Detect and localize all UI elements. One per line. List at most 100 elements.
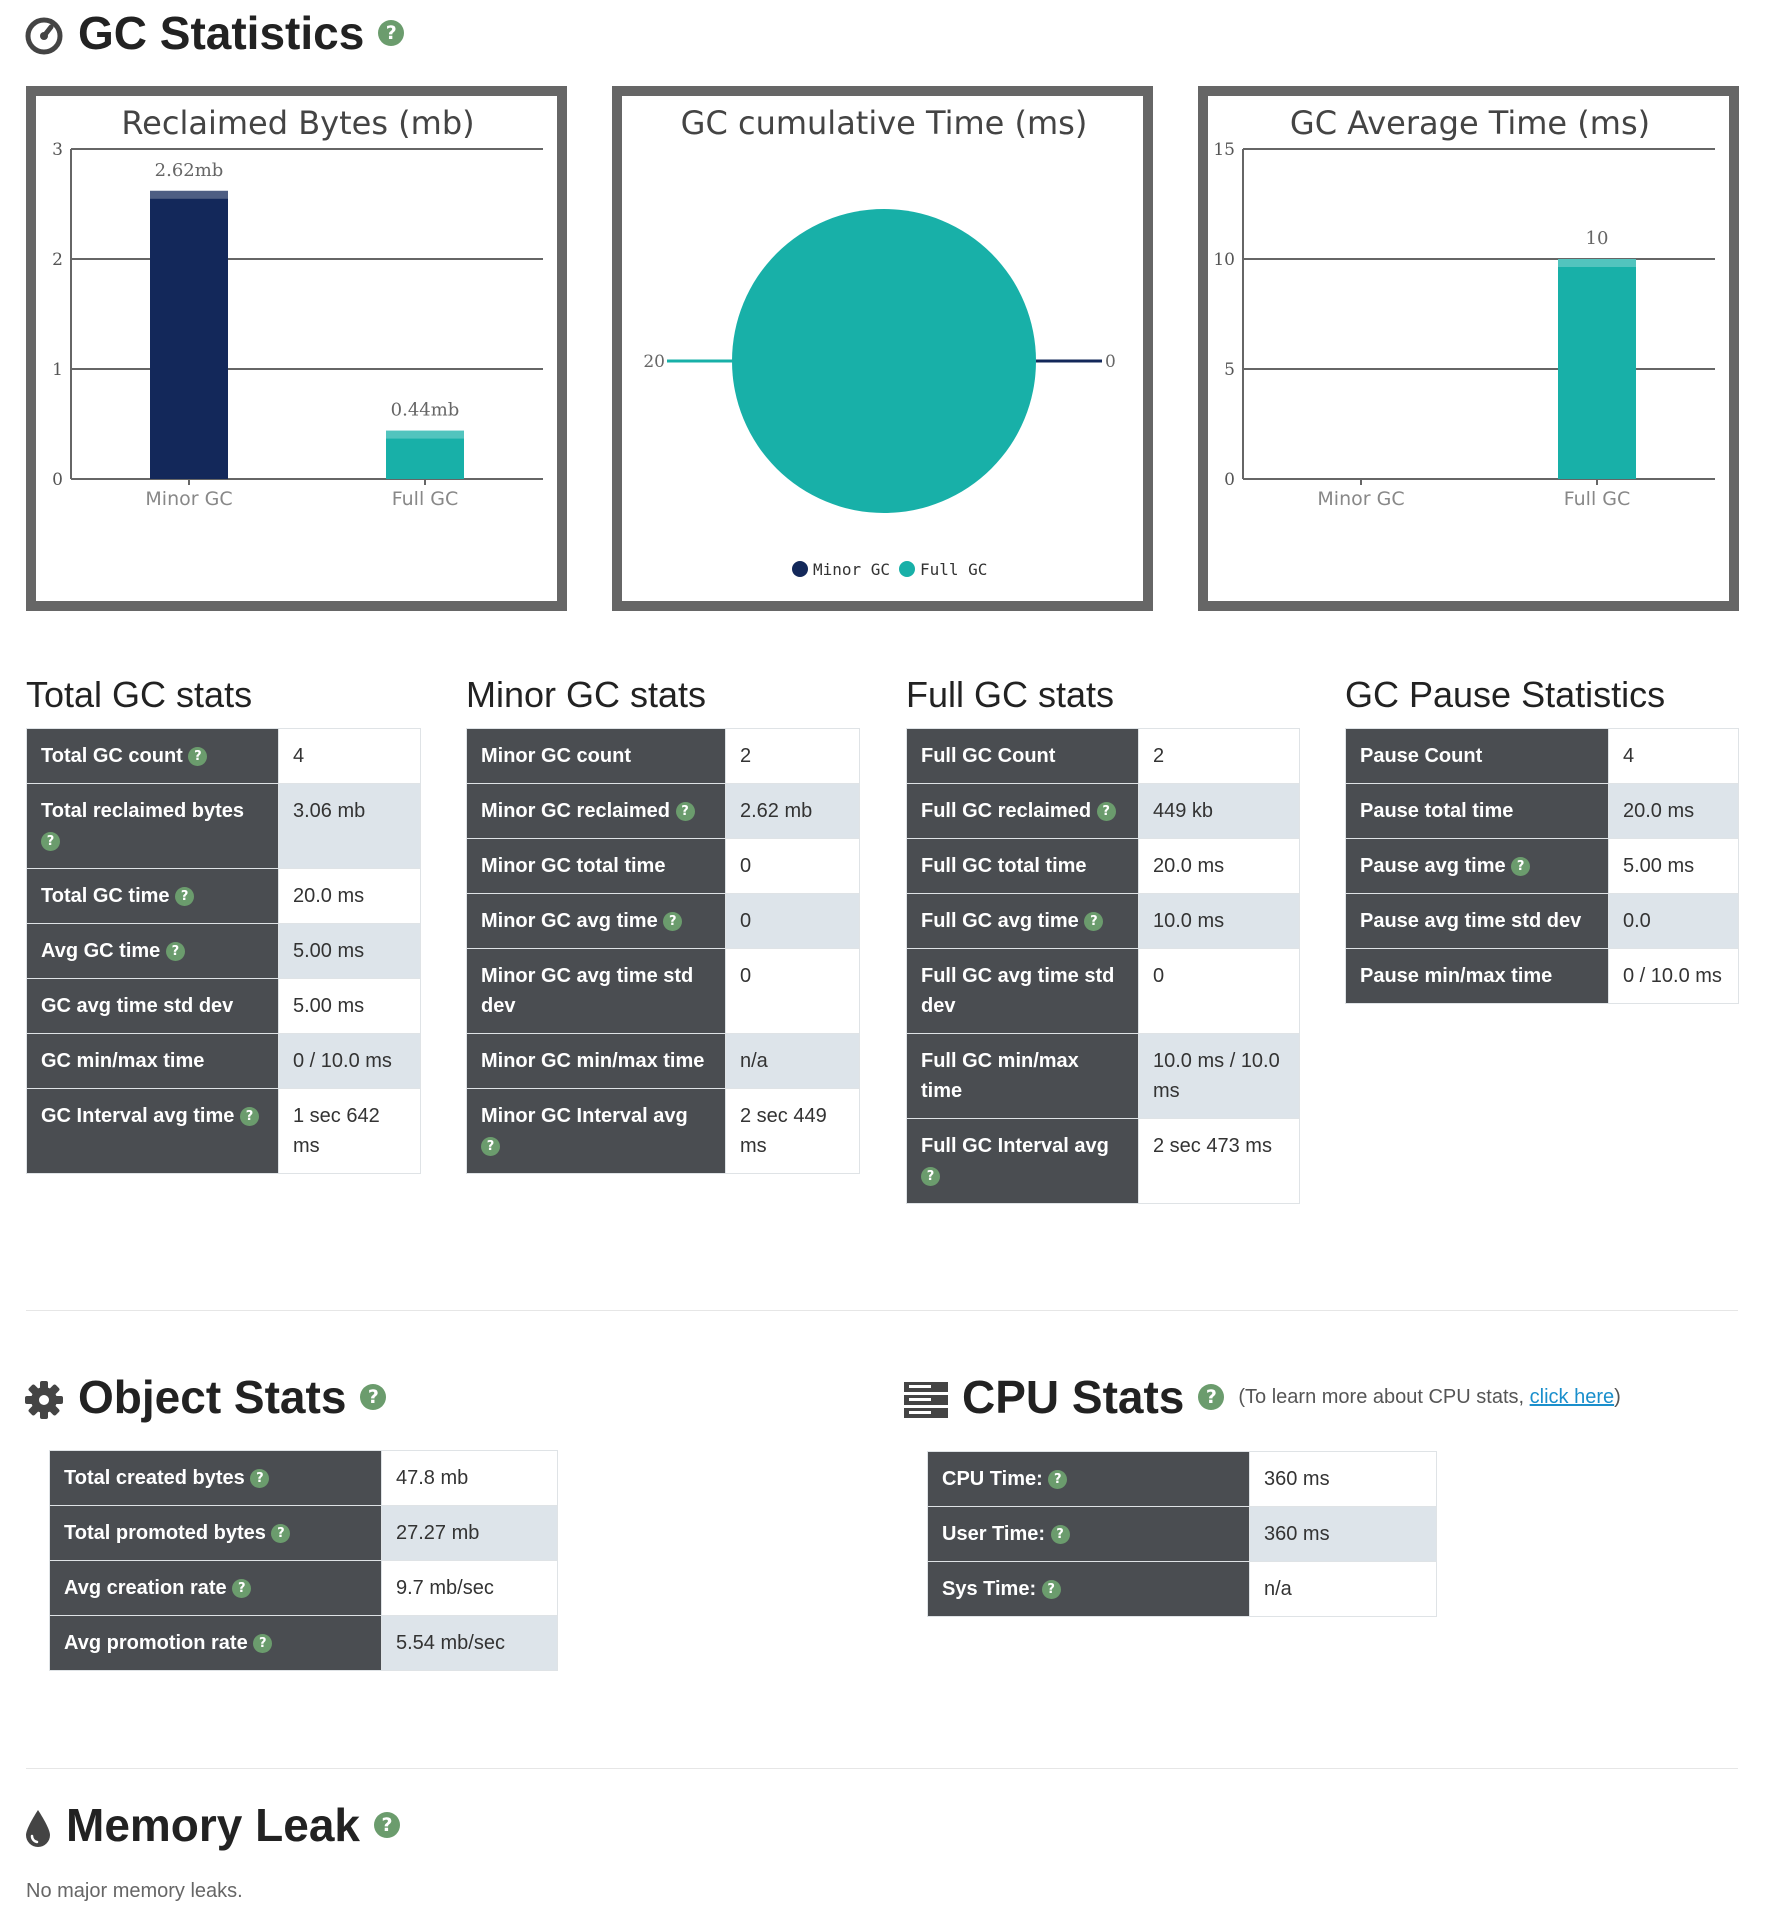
help-icon[interactable]: ? (232, 1579, 252, 1599)
stat-label-text: Avg promotion rate (64, 1632, 248, 1654)
stat-value: 4 (1608, 728, 1739, 784)
stat-label-text: Minor GC total time (481, 855, 666, 877)
stat-label-text: User Time: (942, 1523, 1046, 1545)
stat-label: User Time: ? (927, 1506, 1250, 1562)
stat-label: Full GC min/max time (906, 1033, 1139, 1119)
help-icon[interactable]: ? (253, 1634, 273, 1654)
stat-value: 0 (725, 838, 860, 894)
bar-highlight (386, 430, 464, 439)
stat-value: n/a (725, 1033, 860, 1089)
stat-value: 5.00 ms (278, 923, 421, 979)
help-icon[interactable]: ? (271, 1524, 291, 1544)
stat-label-text: Minor GC avg time (481, 910, 658, 932)
help-icon[interactable]: ? (188, 747, 208, 767)
stat-label-text: Pause min/max time (1360, 965, 1553, 987)
stat-label-text: Total GC count (41, 745, 183, 767)
help-icon[interactable]: ? (1041, 1580, 1061, 1600)
pie-label: 20 (643, 352, 665, 372)
chart-title: GC cumulative Time (ms) (681, 104, 1088, 142)
stat-label-text: Total GC time (41, 885, 170, 907)
y-tick-label: 10 (1213, 250, 1235, 270)
drop-icon (24, 1805, 52, 1847)
stat-label-text: Minor GC avg time std dev (481, 965, 694, 1017)
help-icon[interactable]: ? (165, 942, 185, 962)
cumulative-time-chart: GC cumulative Time (ms) 20 0 Minor GC Full … (612, 86, 1153, 611)
stat-label: Full GC reclaimed ? (906, 783, 1139, 839)
stat-value: 2 (725, 728, 860, 784)
page-title: GC Statistics (78, 7, 365, 59)
stat-value: 20.0 ms (1138, 838, 1300, 894)
stat-row: Pause avg time std dev 0.0 (1345, 893, 1739, 949)
help-icon[interactable]: ? (239, 1107, 259, 1127)
help-icon[interactable]: ? (378, 20, 405, 46)
chart-title: Reclaimed Bytes (mb) (121, 104, 474, 142)
help-icon[interactable]: ? (1511, 857, 1531, 877)
help-icon[interactable]: ? (374, 1812, 401, 1838)
help-icon[interactable]: ? (360, 1384, 387, 1410)
stat-row: Total created bytes ? 47.8 mb (49, 1450, 558, 1506)
stat-value: 5.00 ms (278, 978, 421, 1034)
help-icon[interactable]: ? (675, 802, 695, 822)
object-stats-table: Total created bytes ? 47.8 mb Total promot… (49, 1450, 558, 1671)
full-gc-stats-title: Full GC stats (906, 674, 1115, 715)
data-label: 2.62mb (155, 160, 224, 181)
memory-leak-title: Memory Leak (66, 1799, 361, 1851)
stat-label-text: Full GC total time (921, 855, 1087, 877)
stat-label-text: Minor GC Interval avg (481, 1105, 688, 1127)
stat-label: Total promoted bytes ? (49, 1505, 382, 1561)
stat-label-text: Avg GC time (41, 940, 161, 962)
stat-label: Total created bytes ? (49, 1450, 382, 1506)
object-stats-title: Object Stats (78, 1371, 347, 1423)
cpu-stats-link[interactable]: click here (1530, 1386, 1614, 1408)
bar-highlight (150, 190, 228, 199)
stat-value: 5.00 ms (1608, 838, 1739, 894)
stat-label: Minor GC count (466, 728, 726, 784)
section-divider (26, 1310, 1738, 1311)
stat-label-text: CPU Time: (942, 1468, 1043, 1490)
stat-label-text: Full GC avg time std dev (921, 965, 1115, 1017)
stat-value: 0 (1138, 948, 1300, 1034)
object-stats: Total created bytes ? 47.8 mb Total promot… (49, 1450, 558, 1671)
x-tick-label: Minor GC (145, 488, 232, 510)
stat-label-text: Full GC Count (921, 745, 1056, 767)
stat-value: 20.0 ms (278, 868, 421, 924)
stat-value: 47.8 mb (381, 1450, 558, 1506)
total-gc-stats-title: Total GC stats (26, 674, 253, 715)
help-icon[interactable]: ? (1084, 912, 1104, 932)
stat-label: Total reclaimed bytes ? (26, 783, 279, 869)
stat-value: 10.0 ms (1138, 893, 1300, 949)
stat-label: Full GC avg time std dev (906, 948, 1139, 1034)
help-icon[interactable]: ? (1050, 1525, 1070, 1545)
stat-row: Avg promotion rate ? 5.54 mb/sec (49, 1615, 558, 1671)
memory-leak-message: No major memory leaks. (26, 1880, 243, 1902)
help-icon[interactable]: ? (1048, 1470, 1068, 1490)
help-icon[interactable]: ? (663, 912, 683, 932)
help-icon[interactable]: ? (921, 1167, 940, 1187)
stat-value: 5.54 mb/sec (381, 1615, 558, 1671)
stat-label-text: Full GC avg time (921, 910, 1079, 932)
help-icon[interactable]: ? (481, 1137, 500, 1157)
stat-value: 449 kb (1138, 783, 1300, 839)
stat-row: Minor GC total time 0 (466, 838, 860, 894)
help-icon[interactable]: ? (175, 887, 195, 907)
help-icon[interactable]: ? (250, 1469, 270, 1489)
help-icon[interactable]: ? (1096, 802, 1116, 822)
stat-row: Pause min/max time 0 / 10.0 ms (1345, 948, 1739, 1004)
stat-label: Total GC count ? (26, 728, 279, 784)
gear-icon (24, 1377, 64, 1419)
stat-label: Minor GC total time (466, 838, 726, 894)
stat-value: 0 / 10.0 ms (278, 1033, 421, 1089)
stat-row: Total promoted bytes ? 27.27 mb (49, 1505, 558, 1561)
stat-value: 0 / 10.0 ms (1608, 948, 1739, 1004)
help-icon[interactable]: ? (1198, 1384, 1225, 1410)
stat-value: 3.06 mb (278, 783, 421, 869)
stat-value: 0 (725, 893, 860, 949)
stat-label: Pause avg time ? (1345, 838, 1609, 894)
stat-label: GC avg time std dev (26, 978, 279, 1034)
stat-value: 2 (1138, 728, 1300, 784)
stat-row: Minor GC avg time ? 0 (466, 893, 860, 949)
chart-title: GC Average Time (ms) (1290, 104, 1650, 142)
stat-value: 27.27 mb (381, 1505, 558, 1561)
stat-label: Sys Time: ? (927, 1561, 1250, 1617)
help-icon[interactable]: ? (41, 832, 60, 852)
